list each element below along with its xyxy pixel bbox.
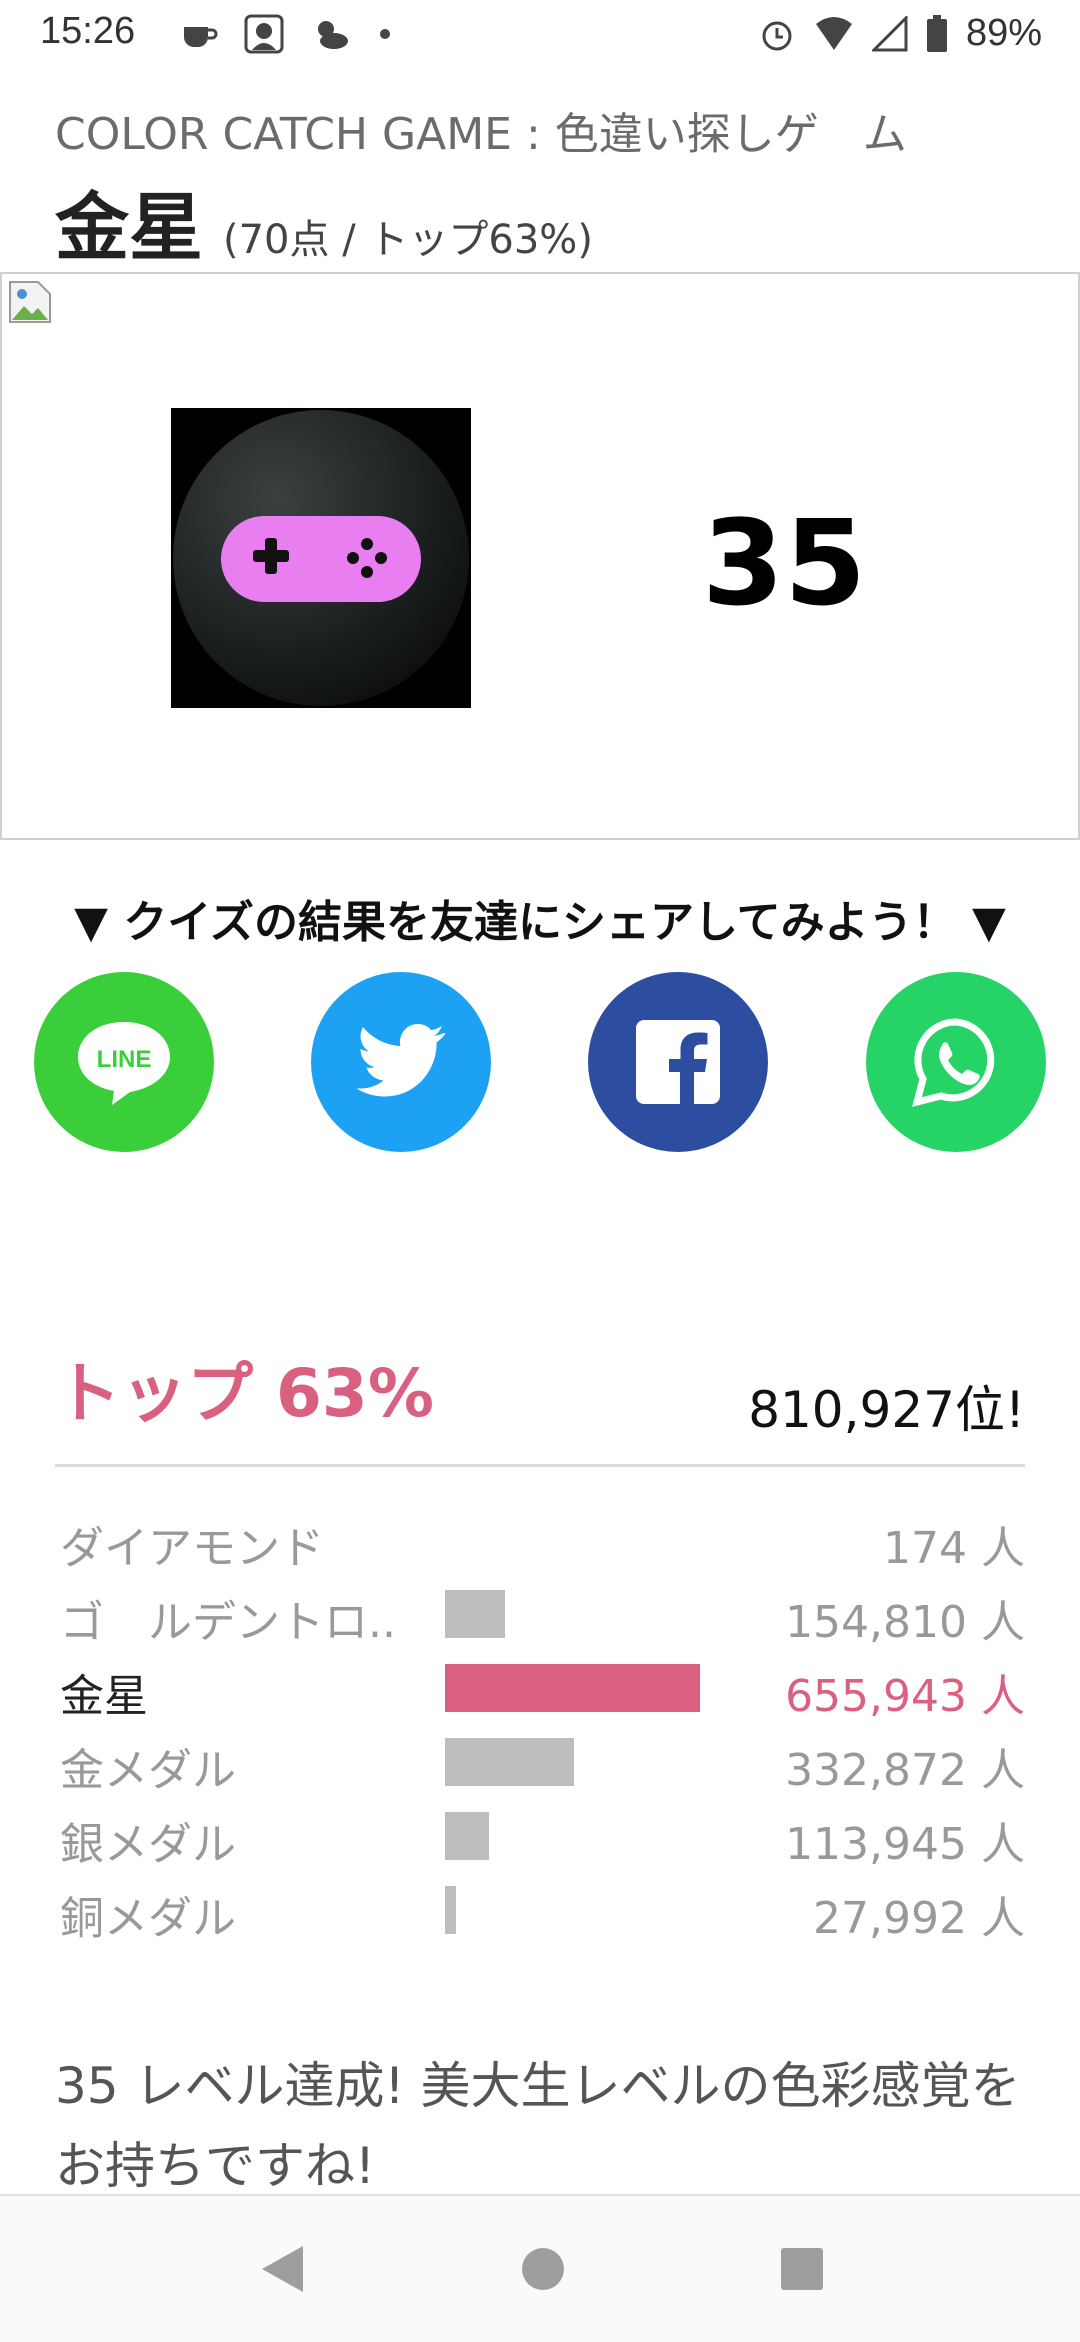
rank-row-label: 金星 <box>60 1671 148 1722</box>
rank-row-bar <box>445 1738 574 1786</box>
gamepad-icon <box>173 410 469 706</box>
share-twitter-button[interactable] <box>311 972 491 1152</box>
rank-row-bar <box>445 1886 456 1934</box>
whatsapp-icon <box>912 1018 995 1107</box>
rank-row-count: 655,943 人 <box>785 1671 1025 1722</box>
share-heading: ▼ クイズの結果を友達にシェアしてみよう！ ▼ <box>74 897 1006 948</box>
rank-row-count: 27,992 人 <box>813 1893 1025 1944</box>
navigation-bar <box>0 2194 1080 2342</box>
home-button[interactable] <box>483 2196 603 2342</box>
status-icons-left <box>180 14 392 54</box>
status-time: 15:26 <box>40 10 136 52</box>
rank-row-label: 銅メダル <box>60 1893 236 1944</box>
result-title: 金星 (70点 / トップ63%) <box>55 168 593 275</box>
share-facebook-button[interactable] <box>588 972 768 1152</box>
recents-button[interactable] <box>742 2196 862 2342</box>
coffee-icon <box>184 27 218 47</box>
rank-top-percent: トップ 63% <box>55 1355 434 1432</box>
rank-row-venus: 金星 655,943 人 <box>60 1656 1025 1726</box>
rank-row-label: ダイアモンド <box>60 1523 324 1574</box>
home-circle-icon <box>522 2248 564 2290</box>
game-subtitle: COLOR CATCH GAME : 色違い探しゲ ム <box>55 109 907 160</box>
signal-icon <box>871 15 908 51</box>
share-buttons: LINE <box>34 972 1046 1154</box>
rank-row-bar <box>445 1590 505 1638</box>
status-icons-right: 89% <box>758 12 1042 55</box>
dot-icon <box>380 29 390 39</box>
line-icon: LINE <box>78 1022 170 1105</box>
share-whatsapp-button[interactable] <box>866 972 1046 1152</box>
rank-row-silver-medal: 銀メダル 113,945 人 <box>60 1804 1025 1874</box>
avatar-icon <box>244 14 284 54</box>
line-label: LINE <box>97 1046 152 1073</box>
rank-row-label: 銀メダル <box>60 1819 236 1870</box>
rank-row-count: 174 人 <box>883 1523 1025 1574</box>
rank-row-bar <box>445 1664 700 1712</box>
back-button[interactable] <box>222 2196 342 2342</box>
score-summary: (70点 / トップ63%) <box>223 217 593 263</box>
rank-row-gold-medal: 金メダル 332,872 人 <box>60 1730 1025 1800</box>
rank-divider <box>55 1464 1025 1467</box>
rank-row-count: 113,945 人 <box>785 1819 1025 1870</box>
twitter-bird-icon <box>356 1024 446 1097</box>
rank-row-diamond: ダイアモンド 174 人 <box>60 1508 1025 1578</box>
rank-row-bar <box>445 1812 489 1860</box>
alarm-icon <box>762 21 792 50</box>
status-bar: 15:26 89% <box>0 0 1080 72</box>
battery-icon <box>926 14 947 52</box>
result-message: 35 レベル達成! 美大生レベルの色彩感覚をお持ちですね! <box>55 2057 1021 2195</box>
rank-row-golden-trophy: ゴ ルデントロ... 154,810 人 <box>60 1582 1025 1652</box>
level-number: 35 <box>702 494 867 632</box>
badge-name: 金星 <box>55 185 203 271</box>
wifi-icon <box>815 16 852 50</box>
share-line-button[interactable]: LINE <box>34 972 214 1152</box>
battery-percent: 89% <box>965 12 1042 54</box>
back-triangle-icon <box>262 2246 303 2292</box>
rank-row-count: 332,872 人 <box>785 1745 1025 1796</box>
game-app-icon <box>171 408 471 708</box>
rank-row-label: ゴ ルデントロ... <box>60 1597 400 1648</box>
rank-row-count: 154,810 人 <box>785 1597 1025 1648</box>
result-card: 35 <box>0 272 1080 840</box>
rank-row-bronze-medal: 銅メダル 27,992 人 <box>60 1878 1025 1948</box>
rank-position: 810,927位! <box>748 1381 1025 1439</box>
broken-image-icon <box>9 281 51 323</box>
weather-icon <box>318 21 348 49</box>
recents-square-icon <box>781 2248 823 2290</box>
facebook-icon <box>636 1020 720 1104</box>
rank-row-label: 金メダル <box>60 1745 236 1796</box>
